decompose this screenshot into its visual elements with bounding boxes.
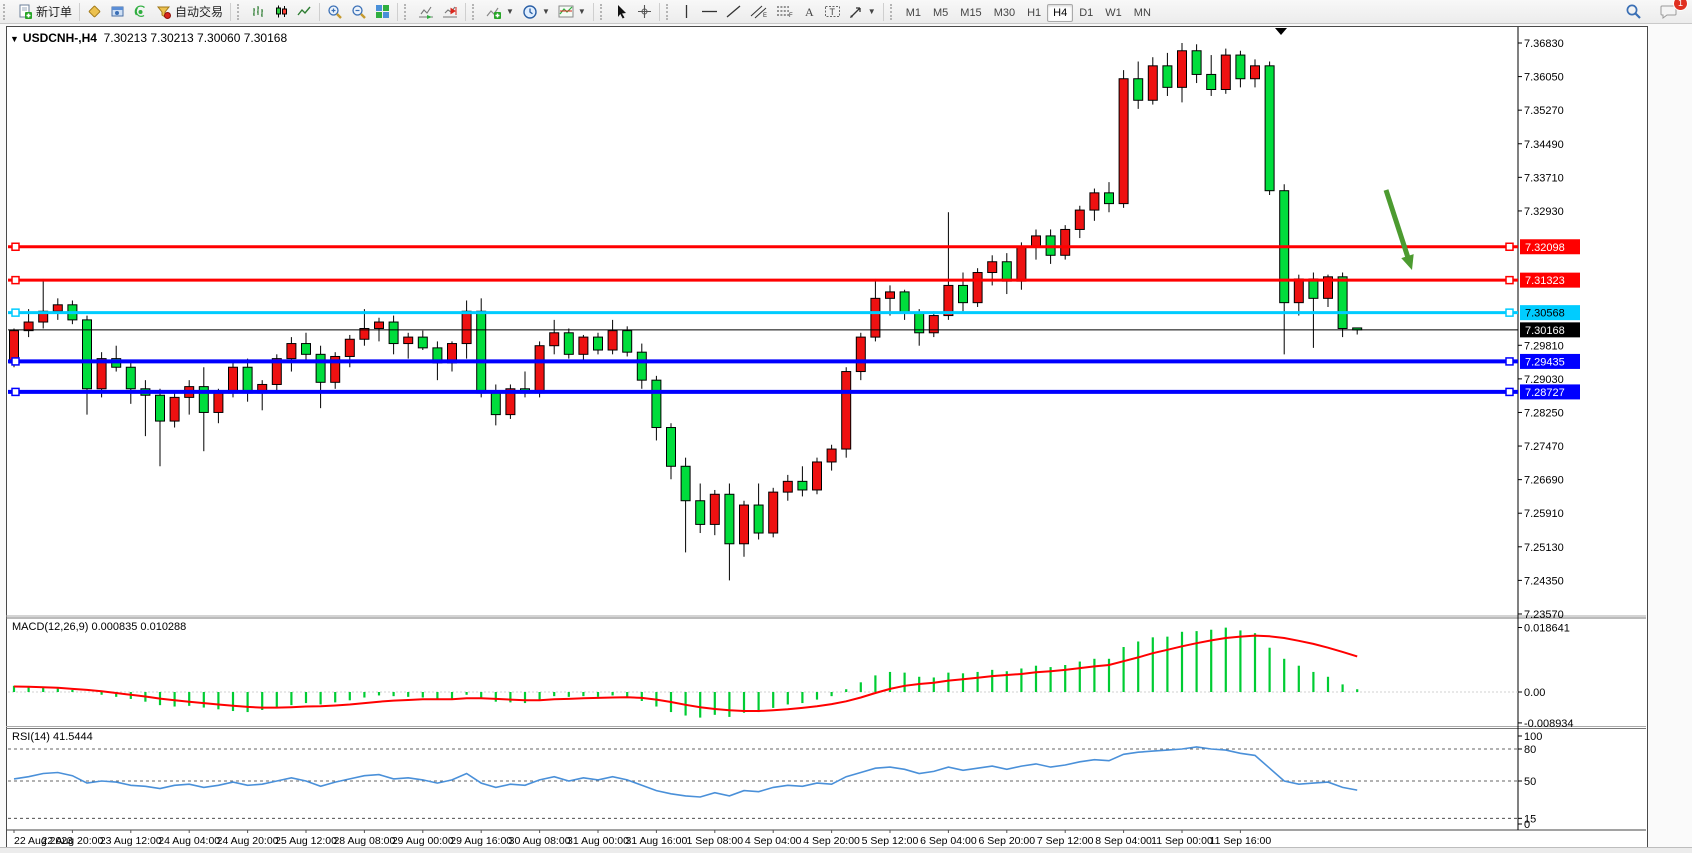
svg-text:1 Sep 08:00: 1 Sep 08:00 — [686, 835, 743, 847]
svg-text:23 Aug 12:00: 23 Aug 12:00 — [100, 835, 162, 847]
svg-text:29 Aug 00:00: 29 Aug 00:00 — [392, 835, 454, 847]
rsi-indicator-label: RSI(14) 41.5444 — [12, 731, 93, 743]
svg-text:7.31323: 7.31323 — [1525, 275, 1565, 287]
svg-text:24 Aug 20:00: 24 Aug 20:00 — [217, 835, 279, 847]
chart-symbol-title: ▼ USDCNH-,H4 7.30213 7.30213 7.30060 7.30… — [10, 31, 287, 45]
svg-text:100: 100 — [1524, 731, 1542, 743]
svg-text:7.28727: 7.28727 — [1525, 387, 1565, 399]
svg-text:4 Sep 20:00: 4 Sep 20:00 — [803, 835, 860, 847]
svg-text:7.25910: 7.25910 — [1524, 508, 1564, 520]
svg-text:6 Sep 04:00: 6 Sep 04:00 — [920, 835, 977, 847]
svg-text:6 Sep 20:00: 6 Sep 20:00 — [978, 835, 1035, 847]
svg-text:7.29810: 7.29810 — [1524, 340, 1564, 352]
svg-text:31 Aug 16:00: 31 Aug 16:00 — [625, 835, 687, 847]
svg-text:7.29435: 7.29435 — [1525, 356, 1565, 368]
ohlc-readout: 7.30213 7.30213 7.30060 7.30168 — [104, 31, 288, 45]
svg-text:0.00: 0.00 — [1524, 687, 1545, 699]
svg-text:80: 80 — [1524, 744, 1536, 756]
svg-text:7.27470: 7.27470 — [1524, 441, 1564, 453]
mt4-application: 新订单 自动交易 — [0, 0, 1692, 853]
svg-text:28 Aug 08:00: 28 Aug 08:00 — [333, 835, 395, 847]
svg-text:50: 50 — [1524, 776, 1536, 788]
svg-text:5 Sep 12:00: 5 Sep 12:00 — [862, 835, 919, 847]
svg-text:30 Aug 08:00: 30 Aug 08:00 — [509, 835, 571, 847]
svg-text:29 Aug 16:00: 29 Aug 16:00 — [450, 835, 512, 847]
svg-text:0.018641: 0.018641 — [1524, 623, 1570, 635]
svg-text:7.24350: 7.24350 — [1524, 575, 1564, 587]
svg-text:7.30568: 7.30568 — [1525, 308, 1565, 320]
svg-text:4 Sep 04:00: 4 Sep 04:00 — [745, 835, 802, 847]
svg-text:7.25130: 7.25130 — [1524, 542, 1564, 554]
one-click-trading-toggle-icon[interactable]: ▼ — [10, 34, 19, 44]
svg-text:7.35270: 7.35270 — [1524, 105, 1564, 117]
status-bar — [0, 847, 1692, 853]
svg-text:11 Sep 16:00: 11 Sep 16:00 — [1210, 835, 1272, 847]
svg-text:7.32098: 7.32098 — [1525, 242, 1565, 254]
macd-indicator-label: MACD(12,26,9) 0.000835 0.010288 — [12, 621, 186, 633]
svg-text:7.23570: 7.23570 — [1524, 609, 1564, 621]
svg-text:7.28250: 7.28250 — [1524, 407, 1564, 419]
symbol-period-text: USDCNH-,H4 — [23, 31, 97, 45]
svg-text:7.33710: 7.33710 — [1524, 172, 1564, 184]
svg-text:7.36050: 7.36050 — [1524, 72, 1564, 84]
svg-text:8 Sep 04:00: 8 Sep 04:00 — [1095, 835, 1152, 847]
svg-text:24 Aug 04:00: 24 Aug 04:00 — [158, 835, 220, 847]
svg-text:7.34490: 7.34490 — [1524, 139, 1564, 151]
chart-shift-marker-icon[interactable] — [1275, 28, 1287, 35]
svg-text:-0.008934: -0.008934 — [1524, 718, 1574, 730]
svg-text:7.32930: 7.32930 — [1524, 206, 1564, 218]
svg-text:7 Sep 12:00: 7 Sep 12:00 — [1037, 835, 1094, 847]
svg-text:25 Aug 12:00: 25 Aug 12:00 — [275, 835, 337, 847]
svg-text:7.29030: 7.29030 — [1524, 374, 1564, 386]
svg-text:0: 0 — [1524, 819, 1530, 831]
annotation-arrow[interactable] — [1386, 190, 1409, 260]
price-chart-canvas[interactable]: 7.36830 7.36050 7.35270 7.34490 7.33710 7.329… — [0, 0, 1692, 853]
svg-text:7.26690: 7.26690 — [1524, 475, 1564, 487]
svg-text:31 Aug 00:00: 31 Aug 00:00 — [567, 835, 629, 847]
svg-text:7.36830: 7.36830 — [1524, 38, 1564, 50]
svg-text:11 Sep 00:00: 11 Sep 00:00 — [1151, 835, 1213, 847]
svg-text:7.30168: 7.30168 — [1525, 325, 1565, 337]
svg-text:22 Aug 20:00: 22 Aug 20:00 — [41, 835, 103, 847]
